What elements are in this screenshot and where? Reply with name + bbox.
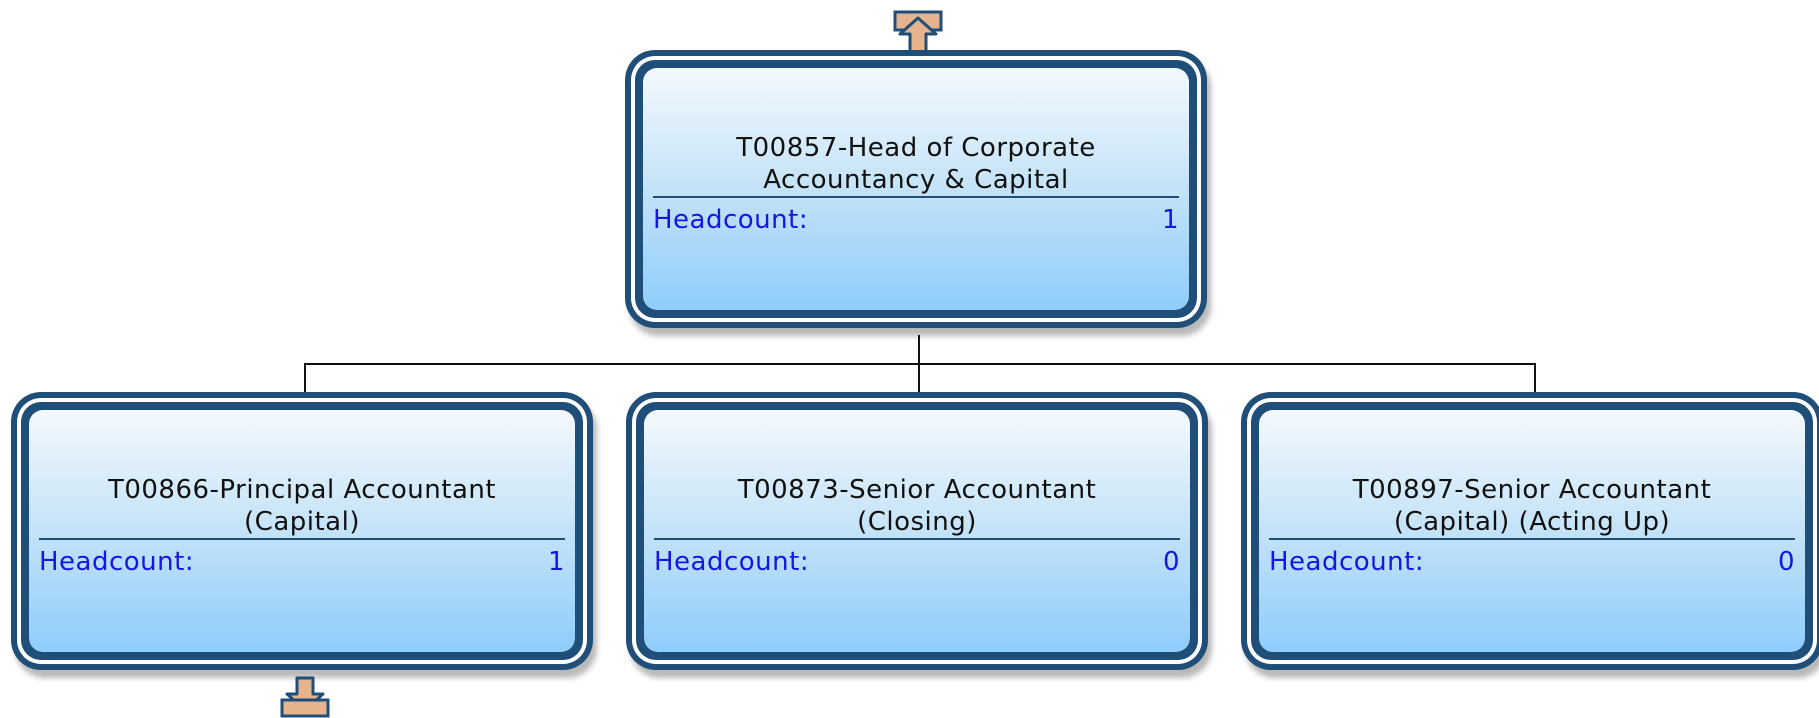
position-title: T00873-Senior Accountant (Closing) <box>737 475 1097 537</box>
headcount-label: Headcount: <box>653 205 809 235</box>
node-border-band: T00873-Senior Accountant (Closing) Headc… <box>636 402 1198 660</box>
connector-child-3 <box>1534 363 1536 393</box>
headcount-value: 1 <box>1161 205 1179 235</box>
node-outer-ring: T00873-Senior Accountant (Closing) Headc… <box>632 398 1202 664</box>
headcount-row: Headcount: 0 <box>654 546 1180 578</box>
node-outer-ring: T00857-Head of Corporate Accountancy & C… <box>631 56 1201 322</box>
connector-child-2 <box>918 363 920 393</box>
connector-horizontal-bus <box>304 363 1536 365</box>
title-divider <box>39 538 565 540</box>
connector-root-stem <box>918 335 920 365</box>
node-border-band: T00897-Senior Accountant (Capital) (Acti… <box>1251 402 1813 660</box>
expand-down-arrow-icon[interactable] <box>280 676 330 718</box>
org-node-child-1[interactable]: T00866-Principal Accountant (Capital) He… <box>11 392 593 670</box>
headcount-value: 1 <box>547 547 565 577</box>
headcount-row: Headcount: 0 <box>1269 546 1795 578</box>
node-body: T00897-Senior Accountant (Capital) (Acti… <box>1259 410 1805 652</box>
title-divider <box>654 538 1180 540</box>
position-title: T00857-Head of Corporate Accountancy & C… <box>736 133 1096 195</box>
position-title: T00866-Principal Accountant (Capital) <box>107 475 497 537</box>
org-node-child-2[interactable]: T00873-Senior Accountant (Closing) Headc… <box>626 392 1208 670</box>
node-body: T00857-Head of Corporate Accountancy & C… <box>643 68 1189 310</box>
org-node-child-3[interactable]: T00897-Senior Accountant (Capital) (Acti… <box>1241 392 1819 670</box>
title-divider <box>1269 538 1795 540</box>
headcount-row: Headcount: 1 <box>653 204 1179 236</box>
node-outer-ring: T00897-Senior Accountant (Capital) (Acti… <box>1247 398 1817 664</box>
headcount-value: 0 <box>1162 547 1180 577</box>
expand-up-arrow-icon[interactable] <box>893 10 943 54</box>
title-divider <box>653 196 1179 198</box>
node-border-band: T00857-Head of Corporate Accountancy & C… <box>635 60 1197 318</box>
org-node-root[interactable]: T00857-Head of Corporate Accountancy & C… <box>625 50 1207 328</box>
connector-child-1 <box>304 363 306 393</box>
org-chart-canvas: T00857-Head of Corporate Accountancy & C… <box>0 0 1819 718</box>
headcount-label: Headcount: <box>654 547 810 577</box>
node-body: T00873-Senior Accountant (Closing) Headc… <box>644 410 1190 652</box>
headcount-label: Headcount: <box>39 547 195 577</box>
node-body: T00866-Principal Accountant (Capital) He… <box>29 410 575 652</box>
headcount-row: Headcount: 1 <box>39 546 565 578</box>
node-border-band: T00866-Principal Accountant (Capital) He… <box>21 402 583 660</box>
headcount-value: 0 <box>1777 547 1795 577</box>
node-outer-ring: T00866-Principal Accountant (Capital) He… <box>17 398 587 664</box>
headcount-label: Headcount: <box>1269 547 1425 577</box>
position-title: T00897-Senior Accountant (Capital) (Acti… <box>1352 475 1712 537</box>
